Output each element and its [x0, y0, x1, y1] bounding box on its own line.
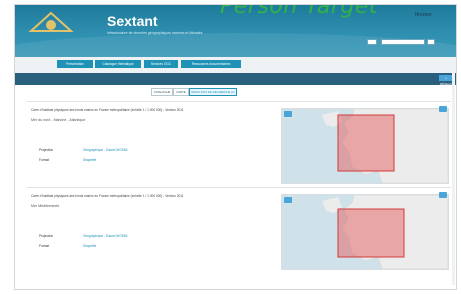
map-icon: [282, 195, 448, 269]
site-header: Sextant Infrastructure de données géogra…: [15, 5, 456, 57]
page-scrollbar[interactable]: [452, 73, 455, 285]
map-badge-icon[interactable]: [284, 197, 292, 203]
map-icon: [282, 109, 448, 183]
tab-carte[interactable]: CARTE: [173, 88, 189, 96]
logo-icon[interactable]: [27, 9, 75, 39]
projection-value[interactable]: Géographique - Datum WGS84: [83, 148, 127, 152]
network-button[interactable]: + RÉSEAU: [439, 75, 453, 86]
projection-label: Projection: [39, 234, 54, 238]
nav-item-services[interactable]: Services OGC: [144, 60, 178, 68]
result-item[interactable]: Carte d'habitats physiques des fonds mar…: [27, 187, 451, 270]
result-subtitle: Mer du nord - Manche - Atlantique: [31, 118, 86, 122]
result-subtitle: Mer Méditerranée: [31, 204, 60, 208]
result-title[interactable]: Carte d'habitats physiques des fonds mar…: [31, 108, 261, 112]
app-subtitle: Infrastructure de données géographiques …: [107, 31, 203, 35]
format-value[interactable]: Shapefile: [83, 158, 96, 162]
toolbar-band: + RÉSEAU: [15, 73, 456, 86]
result-action-icon[interactable]: [439, 192, 447, 198]
result-action-icon[interactable]: [439, 106, 447, 112]
nav-item-catalogue[interactable]: Catalogue thématique: [95, 60, 141, 68]
search-input[interactable]: [381, 39, 425, 45]
tab-catalogue[interactable]: CATALOGUE: [151, 88, 173, 96]
overlay-caption: Person Target: [220, 5, 378, 19]
app-window: Sextant Infrastructure de données géogra…: [14, 4, 457, 290]
result-title[interactable]: Carte d'habitats physiques des fonds mar…: [31, 194, 261, 198]
nav-item-ressources[interactable]: Ressources documentaires: [181, 60, 241, 68]
header-wave-decoration: [15, 33, 456, 57]
projection-label: Projection: [39, 148, 54, 152]
result-map[interactable]: [281, 108, 449, 184]
tab-resultats[interactable]: RÉSULTATS DE RECHERCHE (2): [189, 88, 237, 96]
nav-item-presentation[interactable]: Présentation: [57, 60, 93, 68]
projection-value[interactable]: Géographique - Datum WGS84: [83, 234, 127, 238]
brand-logo[interactable]: Ifremer: [415, 12, 432, 18]
format-label: Format: [39, 244, 50, 248]
format-label: Format: [39, 158, 50, 162]
language-select[interactable]: [367, 39, 377, 45]
result-item[interactable]: Carte d'habitats physiques des fonds mar…: [27, 101, 451, 184]
result-map[interactable]: [281, 194, 449, 270]
search-button[interactable]: [427, 39, 435, 45]
map-badge-icon[interactable]: [284, 111, 292, 117]
main-nav: Présentation Catalogue thématique Servic…: [15, 57, 456, 73]
app-title: Sextant: [107, 13, 158, 29]
format-value[interactable]: Shapefile: [83, 244, 96, 248]
